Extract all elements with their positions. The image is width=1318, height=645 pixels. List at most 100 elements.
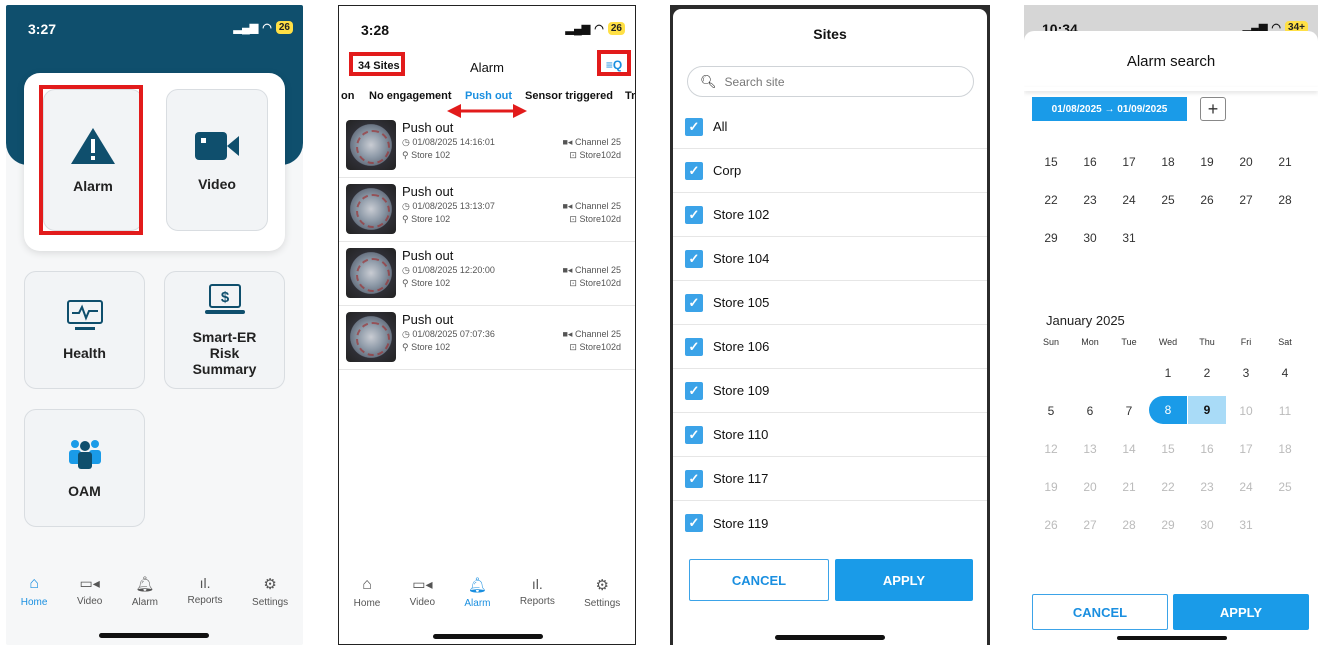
checkbox-checked-icon[interactable]: ✓ <box>685 161 703 180</box>
add-range-button[interactable]: + <box>1200 97 1226 121</box>
site-row[interactable]: ✓ Store 109 <box>673 369 987 413</box>
chip-on[interactable]: on <box>341 90 354 102</box>
calendar-day[interactable]: 15 <box>1032 155 1070 169</box>
calendar-day[interactable]: 5 <box>1032 404 1070 418</box>
calendar-day[interactable]: 22 <box>1032 193 1070 207</box>
calendar-day[interactable]: 25 <box>1149 193 1187 207</box>
calendar-day[interactable]: 30 <box>1071 231 1109 245</box>
calendar-day[interactable]: 17 <box>1227 442 1265 456</box>
tab-reports[interactable]: ıl. Reports <box>188 575 223 608</box>
calendar-day[interactable]: 21 <box>1266 155 1304 169</box>
health-tile[interactable]: Health <box>24 271 145 389</box>
checkbox-checked-icon[interactable]: ✓ <box>685 514 703 532</box>
chip-push-out[interactable]: Push out <box>465 90 512 102</box>
site-row[interactable]: ✓ Store 105 <box>673 281 987 325</box>
apply-button[interactable]: APPLY <box>835 559 973 601</box>
calendar-day[interactable]: 10 <box>1227 404 1265 418</box>
site-row[interactable]: ✓ Store 119 <box>673 501 987 545</box>
calendar-day[interactable]: 14 <box>1110 442 1148 456</box>
calendar-day[interactable]: 7 <box>1110 404 1148 418</box>
alarm-channel: ■◂ Channel 25 <box>562 137 621 148</box>
tab-reports[interactable]: ıl. Reports <box>520 576 555 609</box>
site-row[interactable]: ✓ Store 106 <box>673 325 987 369</box>
calendar-day[interactable]: 19 <box>1188 155 1226 169</box>
tab-video[interactable]: ▭◂ Video <box>77 575 102 608</box>
chip-no-engagement[interactable]: No engagement <box>369 90 452 102</box>
calendar-day[interactable]: 11 <box>1266 404 1304 418</box>
cancel-button[interactable]: CANCEL <box>1032 594 1168 630</box>
calendar-day[interactable]: 22 <box>1149 480 1187 494</box>
calendar-day[interactable]: 4 <box>1266 366 1304 380</box>
calendar-day[interactable]: 26 <box>1188 193 1226 207</box>
tab-settings[interactable]: ⚙ Settings <box>252 575 288 608</box>
site-row[interactable]: ✓ All <box>673 105 987 149</box>
checkbox-checked-icon[interactable]: ✓ <box>685 425 703 444</box>
tab-settings[interactable]: ⚙ Settings <box>584 576 620 609</box>
calendar-day[interactable]: 15 <box>1149 442 1187 456</box>
site-row[interactable]: ✓ Store 104 <box>673 237 987 281</box>
tab-alarm[interactable]: 🔔︎ Alarm <box>464 576 490 609</box>
calendar-day[interactable]: 2 <box>1188 366 1226 380</box>
calendar-day[interactable]: 25 <box>1266 480 1304 494</box>
apply-button[interactable]: APPLY <box>1173 594 1309 630</box>
calendar-day[interactable]: 30 <box>1188 518 1226 532</box>
site-row[interactable]: ✓ Store 102 <box>673 193 987 237</box>
video-tile[interactable]: Video <box>166 89 268 231</box>
tab-alarm[interactable]: 🔔︎ Alarm <box>132 575 158 608</box>
calendar-day[interactable]: 23 <box>1071 193 1109 207</box>
calendar-day[interactable]: 28 <box>1266 193 1304 207</box>
tab-video[interactable]: ▭◂ Video <box>410 576 435 609</box>
calendar-day[interactable]: 19 <box>1032 480 1070 494</box>
calendar-day[interactable]: 20 <box>1071 480 1109 494</box>
cancel-button[interactable]: CANCEL <box>689 559 829 601</box>
checkbox-checked-icon[interactable]: ✓ <box>685 469 703 488</box>
calendar-day[interactable]: 16 <box>1071 155 1109 169</box>
calendar-day[interactable]: 29 <box>1032 231 1070 245</box>
chip-tr[interactable]: Tr <box>625 90 635 102</box>
tab-home[interactable]: ⌂ Home <box>354 576 381 609</box>
calendar-day[interactable]: 1 <box>1149 366 1187 380</box>
search-site-input[interactable]: 🔍︎ Search site <box>687 66 974 97</box>
range-end-day[interactable]: 9 <box>1188 396 1226 424</box>
site-row[interactable]: ✓ Corp <box>673 149 987 193</box>
calendar-day[interactable]: 17 <box>1110 155 1148 169</box>
calendar-day[interactable]: 12 <box>1032 442 1070 456</box>
calendar-day[interactable]: 16 <box>1188 442 1226 456</box>
calendar-day[interactable]: 28 <box>1110 518 1148 532</box>
calendar-day[interactable]: 6 <box>1071 404 1109 418</box>
calendar-day[interactable]: 27 <box>1227 193 1265 207</box>
checkbox-checked-icon[interactable]: ✓ <box>685 205 703 224</box>
chip-sensor-triggered[interactable]: Sensor triggered <box>525 90 613 102</box>
alarm-row[interactable]: Push out ◷ 01/08/2025 14:16:01 ⚲ Store 1… <box>339 114 635 178</box>
alarm-device-text: Store102d <box>579 278 621 288</box>
date-range-chip[interactable]: 01/08/2025 → 01/09/2025 <box>1032 97 1187 121</box>
alarm-row[interactable]: Push out ◷ 01/08/2025 12:20:00 ⚲ Store 1… <box>339 242 635 306</box>
calendar-day[interactable]: 29 <box>1149 518 1187 532</box>
calendar-day[interactable]: 20 <box>1227 155 1265 169</box>
calendar-day[interactable]: 31 <box>1227 518 1265 532</box>
calendar-day[interactable]: 24 <box>1227 480 1265 494</box>
checkbox-checked-icon[interactable]: ✓ <box>685 381 703 400</box>
calendar-day[interactable]: 24 <box>1110 193 1148 207</box>
calendar-day[interactable]: 3 <box>1227 366 1265 380</box>
calendar-day[interactable]: 26 <box>1032 518 1070 532</box>
site-row[interactable]: ✓ Store 110 <box>673 413 987 457</box>
calendar-day[interactable]: 18 <box>1266 442 1304 456</box>
calendar-day[interactable]: 27 <box>1071 518 1109 532</box>
alarm-row[interactable]: Push out ◷ 01/08/2025 07:07:36 ⚲ Store 1… <box>339 306 635 370</box>
tab-home[interactable]: ⌂ Home <box>21 575 48 608</box>
checkbox-checked-icon[interactable]: ✓ <box>685 337 703 356</box>
smart-er-tile[interactable]: $ Smart-ER Risk Summary <box>164 271 285 389</box>
calendar-day[interactable]: 18 <box>1149 155 1187 169</box>
checkbox-checked-icon[interactable]: ✓ <box>685 117 703 136</box>
calendar-day[interactable]: 13 <box>1071 442 1109 456</box>
alarm-row[interactable]: Push out ◷ 01/08/2025 13:13:07 ⚲ Store 1… <box>339 178 635 242</box>
range-start-day[interactable]: 8 <box>1149 396 1187 424</box>
checkbox-checked-icon[interactable]: ✓ <box>685 249 703 268</box>
calendar-day[interactable]: 21 <box>1110 480 1148 494</box>
calendar-day[interactable]: 23 <box>1188 480 1226 494</box>
checkbox-checked-icon[interactable]: ✓ <box>685 293 703 312</box>
oam-tile[interactable]: OAM <box>24 409 145 527</box>
site-row[interactable]: ✓ Store 117 <box>673 457 987 501</box>
calendar-day[interactable]: 31 <box>1110 231 1148 245</box>
